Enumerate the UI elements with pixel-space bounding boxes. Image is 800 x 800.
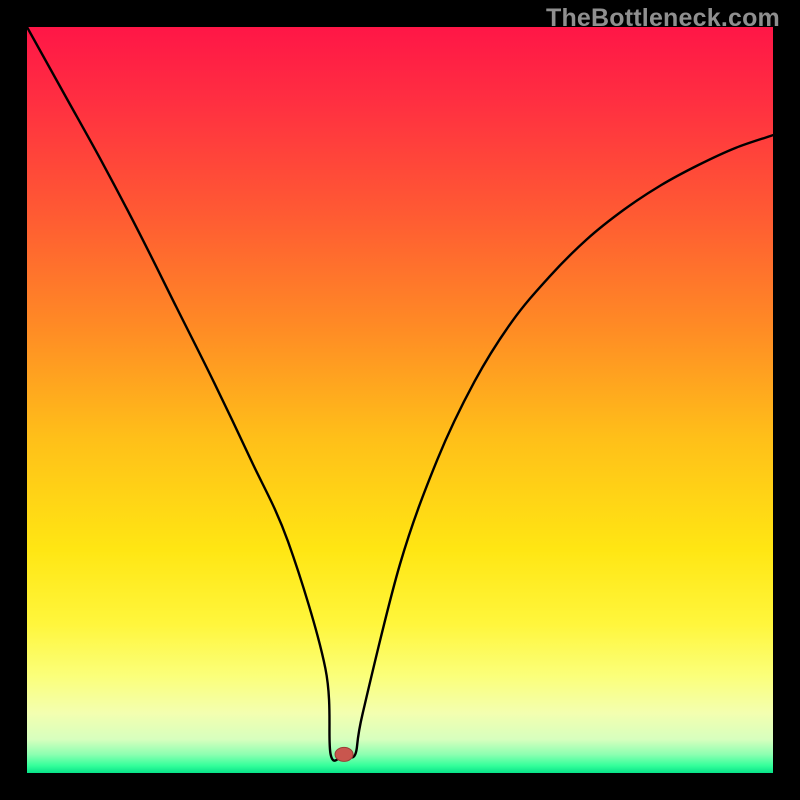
chart-frame: TheBottleneck.com [0, 0, 800, 800]
bottleneck-chart [27, 27, 773, 773]
watermark-text: TheBottleneck.com [546, 4, 780, 33]
gradient-background [27, 27, 773, 773]
optimum-marker [335, 747, 353, 761]
